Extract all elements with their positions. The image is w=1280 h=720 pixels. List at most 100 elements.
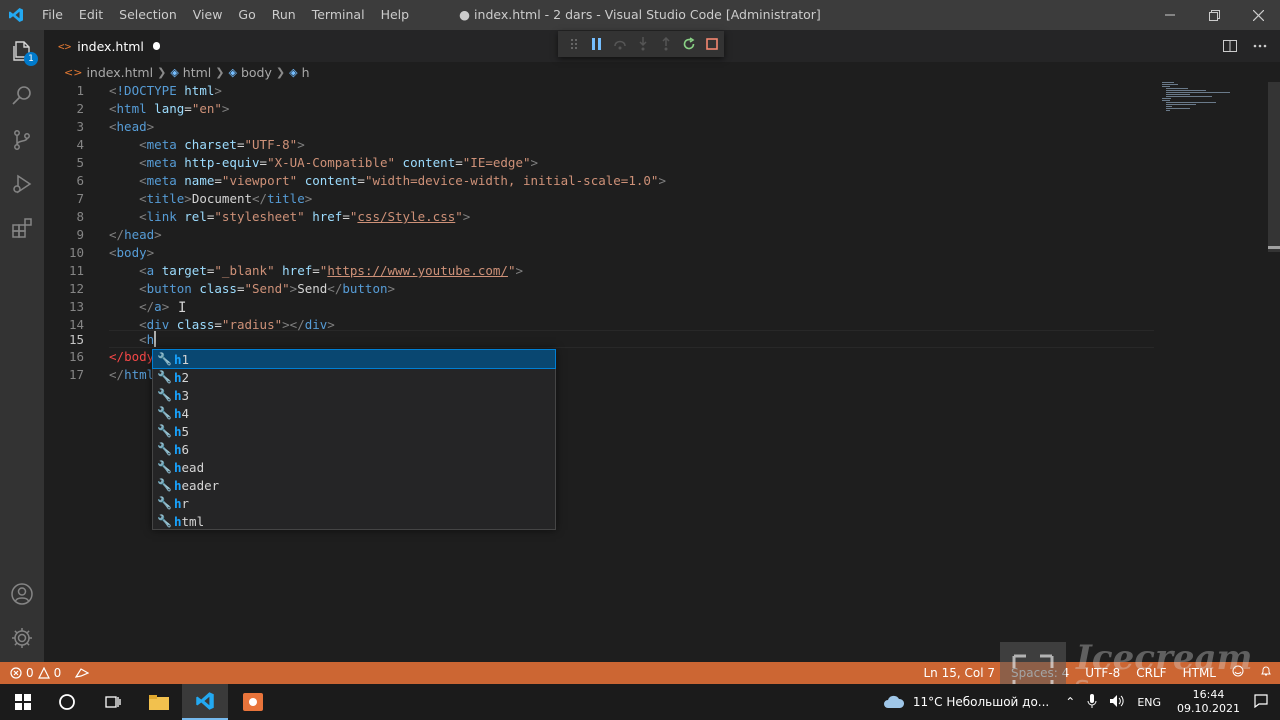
- autocomplete-suggest-widget[interactable]: 🔧 h 1 🔧 h 2 🔧 h 3 🔧 h 4 🔧 h 5 🔧 h 6 🔧 h ead 🔧 h eader 🔧 h…: [152, 349, 556, 530]
- extensions-icon[interactable]: [0, 206, 44, 250]
- search-icon[interactable]: [0, 74, 44, 118]
- minimap[interactable]: [1162, 82, 1242, 122]
- youtube-link[interactable]: https://www.youtube.com/: [327, 263, 508, 278]
- code-line[interactable]: <meta http-equiv="X-UA-Compatible" conte…: [109, 154, 538, 172]
- code-line[interactable]: <!DOCTYPE html>: [109, 82, 222, 100]
- minimize-button[interactable]: [1148, 0, 1192, 30]
- stop-icon[interactable]: [701, 32, 724, 56]
- debug-toolbar: [558, 31, 724, 57]
- split-editor-icon[interactable]: [1220, 36, 1240, 56]
- suggestion-item[interactable]: 🔧 h eader: [153, 476, 555, 494]
- code-line[interactable]: <a target="_blank" href="https://www.you…: [109, 262, 523, 280]
- code-line[interactable]: <head>: [109, 118, 154, 136]
- wrench-icon: 🔧: [157, 460, 172, 474]
- notifications-bell-icon[interactable]: [1252, 662, 1280, 684]
- run-debug-icon[interactable]: [0, 162, 44, 206]
- html-file-icon: <>: [64, 65, 83, 79]
- code-line[interactable]: <button class="Send">Send</button>: [109, 280, 395, 298]
- menu-terminal[interactable]: Terminal: [304, 0, 373, 30]
- vscode-logo-icon[interactable]: [0, 0, 32, 30]
- code-line[interactable]: <body>: [109, 244, 154, 262]
- code-line[interactable]: <link rel="stylesheet" href="css/Style.c…: [109, 208, 470, 226]
- task-view-icon[interactable]: [90, 684, 136, 720]
- chevron-up-icon[interactable]: ⌃: [1065, 695, 1075, 709]
- menu-file[interactable]: File: [34, 0, 71, 30]
- input-language[interactable]: ENG: [1137, 696, 1161, 709]
- code-line[interactable]: <title>Document</title>: [109, 190, 312, 208]
- problems-indicator[interactable]: 0 0: [10, 666, 61, 680]
- accounts-icon[interactable]: [0, 572, 44, 616]
- indentation[interactable]: Spaces: 4: [1003, 662, 1077, 684]
- breadcrumb-html[interactable]: ◈ html: [170, 65, 211, 80]
- code-line[interactable]: </a>: [109, 298, 169, 316]
- step-out-icon[interactable]: [655, 32, 678, 56]
- breadcrumb-label: h: [301, 64, 310, 80]
- line-number: 3: [76, 119, 84, 134]
- more-actions-icon[interactable]: [1250, 36, 1270, 56]
- code-line[interactable]: <html lang="en">: [109, 100, 229, 118]
- suggestion-item[interactable]: 🔧 h 4: [153, 404, 555, 422]
- breadcrumb-label: index.html: [86, 64, 154, 80]
- microphone-icon[interactable]: [1087, 693, 1097, 711]
- menu-edit[interactable]: Edit: [71, 0, 111, 30]
- line-number: 8: [76, 209, 84, 224]
- suggestion-item[interactable]: 🔧 h 1: [152, 349, 556, 369]
- clock[interactable]: 16:44 09.10.2021: [1177, 688, 1240, 716]
- unsaved-dot-icon[interactable]: [152, 42, 160, 50]
- line-ending[interactable]: CRLF: [1128, 662, 1174, 684]
- encoding[interactable]: UTF-8: [1077, 662, 1128, 684]
- cloud-icon: [883, 695, 904, 708]
- breadcrumb-body[interactable]: ◈ body: [228, 65, 271, 80]
- suggestion-item[interactable]: 🔧 h 5: [153, 422, 555, 440]
- line-number: 2: [76, 101, 84, 116]
- source-control-icon[interactable]: [0, 118, 44, 162]
- menu-go[interactable]: Go: [230, 0, 263, 30]
- volume-icon[interactable]: [1109, 694, 1125, 711]
- wrench-icon: 🔧: [157, 406, 172, 420]
- menu-help[interactable]: Help: [373, 0, 418, 30]
- tab-index-html[interactable]: <> index.html: [44, 30, 160, 62]
- suggestion-item[interactable]: 🔧 h 3: [153, 386, 555, 404]
- notification-center-icon[interactable]: [1254, 693, 1268, 711]
- cursor-position[interactable]: Ln 15, Col 7: [915, 662, 1003, 684]
- menu-view[interactable]: View: [185, 0, 231, 30]
- breadcrumb-h[interactable]: ◈ h: [289, 65, 309, 80]
- live-share-icon[interactable]: [75, 667, 90, 679]
- suggestion-item[interactable]: 🔧 h 2: [153, 368, 555, 386]
- feedback-icon[interactable]: [1224, 662, 1252, 684]
- vertical-scrollbar[interactable]: [1268, 82, 1280, 252]
- code-line[interactable]: <meta charset="UTF-8">: [109, 136, 305, 154]
- restart-icon[interactable]: [678, 32, 701, 56]
- suggestion-item[interactable]: 🔧 h r: [153, 494, 555, 512]
- line-number: 11: [68, 263, 84, 278]
- line-number: 9: [76, 227, 84, 242]
- cortana-search-icon[interactable]: [44, 684, 90, 720]
- vscode-taskbar-icon[interactable]: [182, 684, 228, 720]
- file-explorer-icon[interactable]: [136, 684, 182, 720]
- language-mode[interactable]: HTML: [1175, 662, 1224, 684]
- windows-taskbar: 11°C Небольшой до... ⌃ ENG 16:44 09.10.2…: [0, 684, 1280, 720]
- suggestion-item[interactable]: 🔧 h tml: [153, 512, 555, 530]
- windows-start-icon[interactable]: [0, 684, 46, 720]
- code-line[interactable]: </head>: [109, 226, 162, 244]
- step-into-icon[interactable]: [631, 32, 654, 56]
- editor-actions: [1220, 36, 1270, 56]
- restore-button[interactable]: [1192, 0, 1236, 30]
- settings-gear-icon[interactable]: [0, 616, 44, 660]
- explorer-icon[interactable]: 1: [0, 30, 44, 74]
- close-window-button[interactable]: [1236, 0, 1280, 30]
- code-line-current[interactable]: <h: [109, 331, 157, 349]
- menu-run[interactable]: Run: [264, 0, 304, 30]
- breadcrumb-file[interactable]: <> index.html: [64, 65, 153, 80]
- suggestion-item[interactable]: 🔧 h ead: [153, 458, 555, 476]
- step-over-icon[interactable]: [608, 32, 631, 56]
- weather-widget[interactable]: 11°C Небольшой до...: [883, 695, 1049, 709]
- drag-handle-icon[interactable]: [562, 32, 585, 56]
- code-line[interactable]: <meta name="viewport" content="width=dev…: [109, 172, 666, 190]
- suggestion-item[interactable]: 🔧 h 6: [153, 440, 555, 458]
- stylesheet-link[interactable]: css/Style.css: [357, 209, 455, 224]
- menu-selection[interactable]: Selection: [111, 0, 185, 30]
- line-number: 5: [76, 155, 84, 170]
- screen-recorder-icon[interactable]: [230, 684, 276, 720]
- pause-icon[interactable]: [585, 32, 608, 56]
